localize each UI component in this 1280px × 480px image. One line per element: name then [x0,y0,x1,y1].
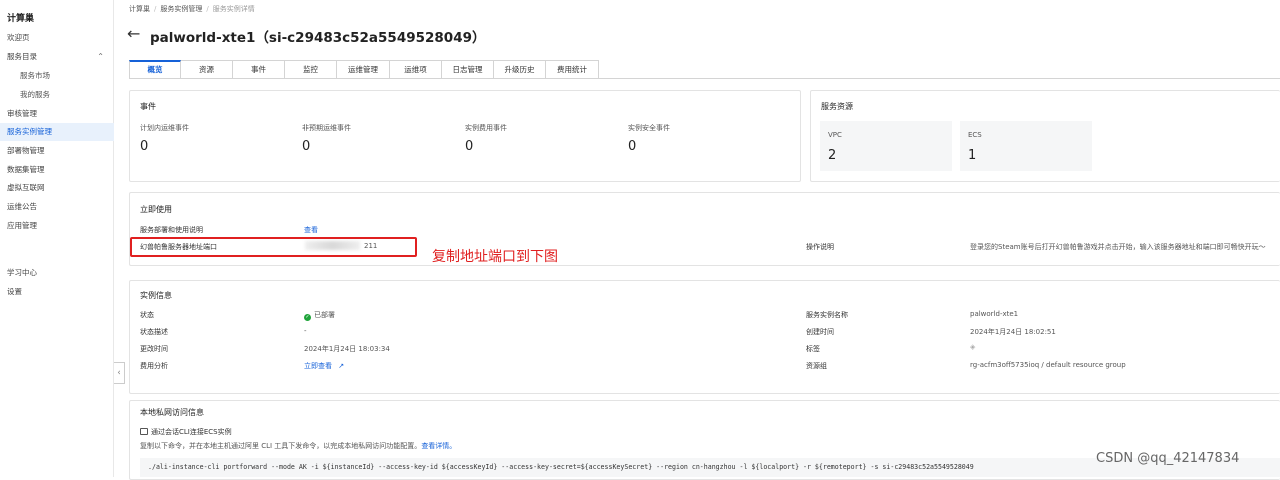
sidebar-item-settings[interactable]: 设置 [0,283,114,301]
modified-label: 更改时间 [140,345,168,353]
modified-value: 2024年1月24日 18:03:34 [304,345,390,353]
watermark: CSDN @qq_42147834 [1096,451,1240,466]
events-card: 事件 计划内运维事件 0 非预期运维事件 0 实例费用事件 0 实例安全事件 0 [129,90,801,182]
tab-ops-items[interactable]: 运维项 [390,60,442,79]
sidebar-item-announcements[interactable]: 运维公告 [0,198,114,216]
breadcrumb-item[interactable]: 服务实例管理 [160,5,202,13]
event-label: 实例安全事件 [628,124,670,132]
breadcrumb: 计算巢 / 服务实例管理 / 服务实例详情 [129,5,255,13]
tab-ops-management[interactable]: 运维管理 [337,60,390,79]
resource-label: ECS [968,131,982,139]
sidebar-collapse-button[interactable]: ‹ [114,362,125,384]
tab-cost-stats[interactable]: 费用统计 [546,60,599,79]
status-desc-value: - [304,327,307,335]
breadcrumb-item[interactable]: 计算巢 [129,5,150,13]
annotation-text: 复制地址端口到下图 [432,249,558,265]
sidebar-item-label: 服务目录 [7,52,37,61]
quickuse-title: 立即使用 [140,205,172,214]
instructions-value: 登录您的Steam账号后打开幻兽帕鲁游戏并点击开始，输入该服务器地址和端口即可畅… [970,243,1266,251]
private-access-desc: 复制以下命令，并在本地主机通过阿里 CLI 工具下发命令，以完成本地私网访问功能… [140,441,456,451]
created-value: 2024年1月24日 18:02:51 [970,328,1056,336]
tab-monitoring[interactable]: 监控 [285,60,337,79]
sidebar-item-instance-management[interactable]: 服务实例管理 [0,123,114,141]
event-count[interactable]: 0 [302,139,310,154]
resource-group-label: 资源组 [806,362,827,370]
cli-option[interactable]: 通过会话CLI连接ECS实例 [140,427,232,437]
tag-icon[interactable]: ◈ [970,343,975,351]
event-count[interactable]: 0 [465,139,473,154]
sidebar-item-artifacts[interactable]: 部署物管理 [0,142,114,160]
sidebar-item-service-market[interactable]: 服务市场 [0,67,114,85]
tab-bar: 概览 资源 事件 监控 运维管理 运维项 日志管理 升级历史 费用统计 [129,60,599,79]
instance-name-value: palworld-xte1 [970,310,1019,318]
back-arrow-icon[interactable]: ← [127,24,140,43]
event-count[interactable]: 0 [628,139,636,154]
status-badge: ✓ 已部署 [304,310,335,321]
doc-view-link[interactable]: 查看 [304,225,318,235]
tag-label: 标签 [806,345,820,353]
cost-label: 费用分析 [140,362,168,370]
check-circle-icon: ✓ [304,314,311,321]
view-details-link[interactable]: 查看详情。 [421,442,456,450]
resource-group-value: rg-acfm3off5735ioq / default resource gr… [970,361,1126,369]
breadcrumb-current: 服务实例详情 [212,5,255,13]
created-label: 创建时间 [806,328,834,336]
sidebar-item-welcome[interactable]: 欢迎页 [0,29,114,47]
event-count[interactable]: 0 [140,139,148,154]
events-title: 事件 [140,102,156,111]
external-link-icon: ↗ [338,362,345,370]
sidebar-title: 计算巢 [7,14,35,24]
page-title: palworld-xte1（si-c29483c52a5549528049） [150,30,486,46]
chevron-up-icon: ⌃ [97,52,104,61]
tab-underline [129,78,1280,79]
tab-log-management[interactable]: 日志管理 [442,60,494,79]
status-value: 已部署 [314,311,335,319]
resource-label: VPC [828,131,842,139]
instance-title: 实例信息 [140,291,172,300]
resources-card: 服务资源 VPC 2 ECS 1 [810,90,1280,182]
cli-option-label: 通过会话CLI连接ECS实例 [151,428,232,436]
sidebar-item-learning[interactable]: 学习中心 [0,264,114,282]
sidebar-item-review[interactable]: 审核管理 [0,105,114,123]
resource-vpc[interactable]: VPC 2 [820,121,952,171]
cost-link-text: 立即查看 [304,362,332,370]
tab-upgrade-history[interactable]: 升级历史 [494,60,546,79]
instance-name-label: 服务实例名称 [806,311,848,319]
private-access-title: 本地私网访问信息 [140,408,204,417]
tab-events[interactable]: 事件 [233,60,285,79]
event-label: 实例费用事件 [465,124,507,132]
highlight-box [130,237,417,257]
instance-card: 实例信息 状态 ✓ 已部署 状态描述 - 更改时间 2024年1月24日 18:0… [129,280,1280,394]
resources-title: 服务资源 [821,102,853,111]
event-label: 计划内运维事件 [140,124,189,132]
event-label: 非预期运维事件 [302,124,351,132]
tab-overview[interactable]: 概览 [129,60,181,79]
cost-view-link[interactable]: 立即查看 ↗ [304,361,344,371]
sidebar-item-my-services[interactable]: 我的服务 [0,86,114,104]
sidebar-item-service-catalog[interactable]: 服务目录 ⌃ [0,48,114,66]
tab-resources[interactable]: 资源 [181,60,233,79]
sidebar-item-datasets[interactable]: 数据集管理 [0,161,114,179]
desc-text: 复制以下命令，并在本地主机通过阿里 CLI 工具下发命令，以完成本地私网访问功能… [140,442,422,450]
status-desc-label: 状态描述 [140,328,168,336]
sidebar-item-apps[interactable]: 应用管理 [0,217,114,235]
instructions-label: 操作说明 [806,243,834,251]
sidebar: 计算巢 欢迎页 服务目录 ⌃ 服务市场 我的服务 审核管理 服务实例管理 部署物… [0,0,114,477]
status-label: 状态 [140,311,154,319]
terminal-icon [140,428,148,435]
sidebar-item-virtual-network[interactable]: 虚拟互联网 [0,179,114,197]
resource-ecs[interactable]: ECS 1 [960,121,1092,171]
resource-count: 2 [828,148,837,163]
resource-count: 1 [968,148,977,163]
doc-label: 服务部署和使用说明 [140,226,203,234]
